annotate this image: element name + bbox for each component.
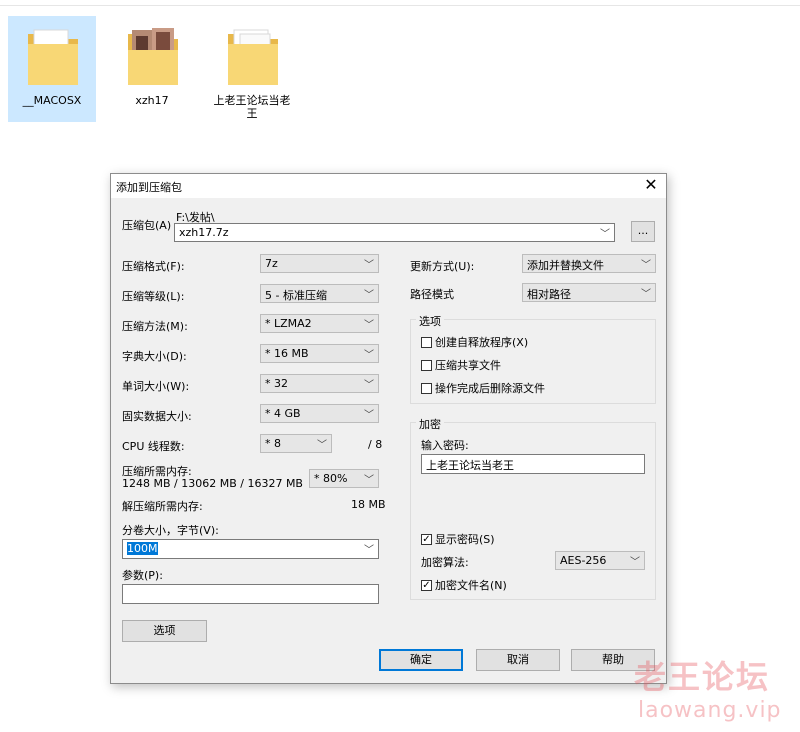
chevron-down-icon: ﹀ <box>364 410 374 421</box>
update-select[interactable]: 添加并替换文件 ﹀ <box>522 254 656 273</box>
cpu-value: * 8 <box>265 437 281 450</box>
chevron-down-icon: ﹀ <box>364 290 374 301</box>
delete-label: 操作完成后删除源文件 <box>435 382 545 395</box>
folder-with-photos-icon <box>128 28 178 85</box>
delete-checkbox[interactable]: 操作完成后删除源文件 <box>421 380 545 396</box>
watermark-title: 老王论坛 <box>634 658 771 696</box>
pathmode-label: 路径模式 <box>410 288 454 301</box>
pathmode-select[interactable]: 相对路径 ﹀ <box>522 283 656 302</box>
chevron-down-icon: ﹀ <box>600 229 610 240</box>
mem-detail: 1248 MB / 13062 MB / 16327 MB <box>122 477 303 490</box>
checkbox-unchecked-icon <box>421 359 432 371</box>
solid-label: 固实数据大小: <box>122 410 192 423</box>
chevron-down-icon: ﹀ <box>364 545 374 556</box>
options-button[interactable]: 选项 <box>122 620 207 642</box>
checkbox-checked-icon: ✓ <box>421 579 432 591</box>
method-label: 压缩方法(M): <box>122 320 188 333</box>
folder-label: 上老王论坛当老王 <box>213 94 291 120</box>
encrypt-names-checkbox[interactable]: ✓ 加密文件名(N) <box>421 577 507 593</box>
close-icon[interactable]: ✕ <box>636 174 666 198</box>
dict-select[interactable]: * 16 MB ﹀ <box>260 344 379 363</box>
split-size-combo[interactable]: 100M ﹀ <box>122 539 379 559</box>
cpu-total: / 8 <box>368 438 383 451</box>
solid-value: * 4 GB <box>265 407 301 420</box>
archive-name-value: xzh17.7z <box>179 226 229 239</box>
word-value: * 32 <box>265 377 288 390</box>
sfx-checkbox[interactable]: 创建自释放程序(X) <box>421 334 528 350</box>
show-password-checkbox[interactable]: ✓ 显示密码(S) <box>421 531 495 547</box>
browse-button[interactable]: ... <box>631 221 655 242</box>
decomp-label: 解压缩所需内存: <box>122 500 203 513</box>
folder-icon <box>228 29 278 85</box>
shared-label: 压缩共享文件 <box>435 359 501 372</box>
chevron-down-icon: ﹀ <box>364 320 374 331</box>
folder-icon <box>28 29 78 85</box>
folder-label: xzh17 <box>135 94 169 107</box>
cpu-select[interactable]: * 8 ﹀ <box>260 434 332 453</box>
sfx-label: 创建自释放程序(X) <box>435 336 529 349</box>
update-label: 更新方式(U): <box>410 260 475 273</box>
checkbox-unchecked-icon <box>421 336 432 348</box>
level-select[interactable]: 5 - 标准压缩 ﹀ <box>260 284 379 303</box>
shared-checkbox[interactable]: 压缩共享文件 <box>421 357 501 373</box>
params-label: 参数(P): <box>122 569 163 582</box>
chevron-down-icon: ﹀ <box>364 260 374 271</box>
add-to-archive-dialog: 添加到压缩包 ✕ 压缩包(A) F:\发帖\ xzh17.7z ﹀ ... 压缩… <box>110 173 667 684</box>
split-label: 分卷大小，字节(V): <box>122 524 219 537</box>
format-label: 压缩格式(F): <box>122 260 185 273</box>
enc-method-value: AES-256 <box>560 554 607 567</box>
encrypt-names-label: 加密文件名(N) <box>435 579 507 592</box>
level-label: 压缩等级(L): <box>122 290 185 303</box>
method-value: * LZMA2 <box>265 317 312 330</box>
decomp-value: 18 MB <box>351 498 386 511</box>
folder-xzh17[interactable]: xzh17 <box>108 16 196 122</box>
solid-select[interactable]: * 4 GB ﹀ <box>260 404 379 423</box>
chevron-down-icon: ﹀ <box>364 350 374 361</box>
archive-label: 压缩包(A) <box>122 219 172 232</box>
watermark-url: laowang.vip <box>638 698 782 723</box>
checkbox-unchecked-icon <box>421 382 432 394</box>
chevron-down-icon: ﹀ <box>641 260 651 271</box>
mem-percent-select[interactable]: * 80% ﹀ <box>309 469 379 488</box>
level-value: 5 - 标准压缩 <box>265 289 327 302</box>
method-select[interactable]: * LZMA2 ﹀ <box>260 314 379 333</box>
encryption-group-title: 加密 <box>416 416 444 432</box>
folder-macosx[interactable]: __MACOSX <box>8 16 96 122</box>
enc-method-label: 加密算法: <box>421 556 469 569</box>
format-select[interactable]: 7z ﹀ <box>260 254 379 273</box>
checkbox-checked-icon: ✓ <box>421 533 432 545</box>
dict-value: * 16 MB <box>265 347 309 360</box>
folder-label: __MACOSX <box>22 94 82 107</box>
show-password-label: 显示密码(S) <box>435 533 495 546</box>
password-label: 输入密码: <box>421 439 469 452</box>
dialog-titlebar[interactable]: 添加到压缩包 ✕ <box>111 174 666 198</box>
mem-percent-value: * 80% <box>314 472 348 485</box>
folder-laowang[interactable]: 上老王论坛当老王 <box>208 16 296 122</box>
word-label: 单词大小(W): <box>122 380 190 393</box>
chevron-down-icon: ﹀ <box>317 440 327 451</box>
chevron-down-icon: ﹀ <box>630 557 640 568</box>
explorer-top-border <box>0 0 800 6</box>
cpu-label: CPU 线程数: <box>122 440 185 453</box>
options-group-title: 选项 <box>416 313 444 329</box>
enc-method-select[interactable]: AES-256 ﹀ <box>555 551 645 570</box>
word-select[interactable]: * 32 ﹀ <box>260 374 379 393</box>
chevron-down-icon: ﹀ <box>641 289 651 300</box>
password-input[interactable]: 上老王论坛当老王 <box>421 454 645 474</box>
params-input[interactable] <box>122 584 379 604</box>
split-size-value: 100M <box>127 542 158 555</box>
chevron-down-icon: ﹀ <box>364 475 374 486</box>
dict-label: 字典大小(D): <box>122 350 187 363</box>
archive-name-combo[interactable]: xzh17.7z ﹀ <box>174 223 615 242</box>
dialog-title: 添加到压缩包 <box>116 181 182 194</box>
cancel-button[interactable]: 取消 <box>476 649 560 671</box>
chevron-down-icon: ﹀ <box>364 380 374 391</box>
format-value: 7z <box>265 257 278 270</box>
ok-button[interactable]: 确定 <box>379 649 463 671</box>
pathmode-value: 相对路径 <box>527 288 571 301</box>
update-value: 添加并替换文件 <box>527 259 604 272</box>
